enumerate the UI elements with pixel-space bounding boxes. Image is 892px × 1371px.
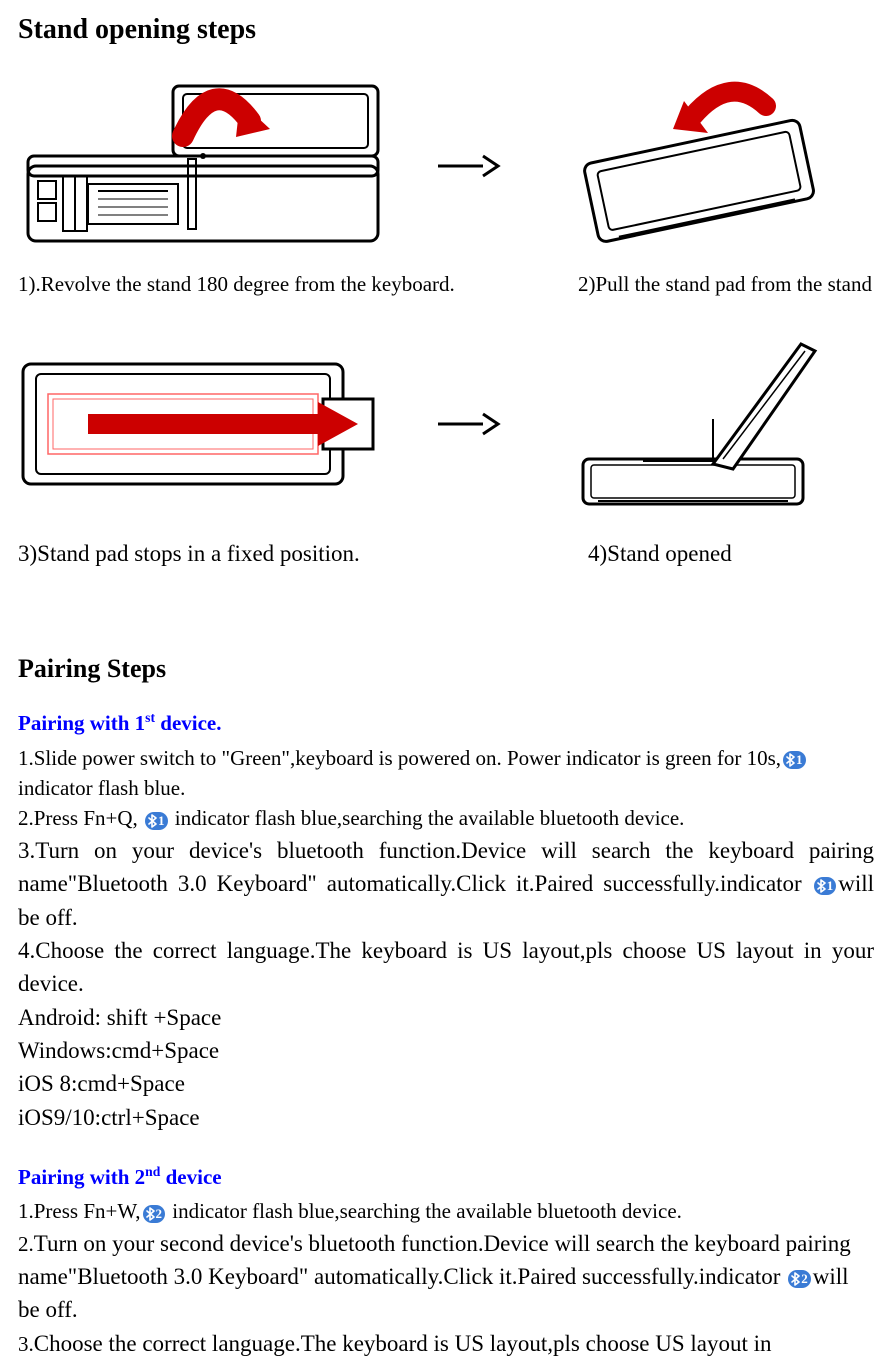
pair1-windows: Windows:cmd+Space: [18, 1034, 874, 1067]
bt2-num: 2: [156, 1205, 163, 1223]
caption-row-1: 1).Revolve the stand 180 degree from the…: [18, 269, 874, 299]
bluetooth-2-icon: 2: [143, 1204, 166, 1224]
diagram-step2: [538, 81, 858, 251]
caption-step2: 2)Pull the stand pad from the stand: [578, 269, 874, 299]
bt1-num: 1: [158, 812, 165, 830]
pair1-s2a: 2.Press Fn+Q,: [18, 806, 143, 830]
pair2-s2a: 2.: [18, 1232, 34, 1256]
bt1-num: 1: [796, 751, 803, 769]
pair1-s1a: 1.Slide power switch to "Green",keyboard…: [18, 746, 781, 770]
bluetooth-1-icon: 1: [814, 876, 837, 896]
pair1-ios910: iOS9/10:ctrl+Space: [18, 1101, 874, 1134]
pair2-step3: 3.Choose the correct language.The keyboa…: [18, 1327, 874, 1360]
pairing-2nd-title-pre: Pairing with 2: [18, 1165, 145, 1189]
pair1-android: Android: shift +Space: [18, 1001, 874, 1034]
caption-step1: 1).Revolve the stand 180 degree from the…: [18, 269, 578, 299]
stand-opening-heading: Stand opening steps: [18, 10, 874, 51]
pair2-s1b: indicator flash blue,searching the avail…: [167, 1199, 682, 1223]
pair1-step3: 3.Turn on your device's bluetooth functi…: [18, 834, 874, 934]
diagram-step4: [538, 329, 858, 519]
pairing-1st-title-sup: st: [145, 710, 155, 725]
pair2-step2: 2.Turn on your second device's bluetooth…: [18, 1227, 874, 1327]
bt2-num: 2: [801, 1270, 808, 1288]
bt1-num: 1: [827, 877, 834, 895]
pair2-s3b: Choose the correct language.The keyboard…: [34, 1331, 772, 1356]
pair1-ios8: iOS 8:cmd+Space: [18, 1067, 874, 1100]
pair2-step1: 1.Press Fn+W, 2 indicator flash blue,sear…: [18, 1196, 874, 1226]
pairing-steps-heading: Pairing Steps: [18, 650, 874, 688]
diagram-row-2: [18, 329, 874, 519]
bluetooth-1-icon: 1: [783, 750, 806, 770]
pairing-1st-title: Pairing with 1st device.: [18, 708, 874, 738]
arrow-icon: [398, 151, 538, 181]
diagram-step3: [18, 344, 398, 504]
pair2-s1a: 1.Press Fn+W,: [18, 1199, 141, 1223]
pair2-s3a: 3.: [18, 1332, 34, 1356]
caption-row-2: 3)Stand pad stops in a fixed position. 4…: [18, 537, 874, 570]
pairing-1st-title-post: device.: [155, 711, 221, 735]
pair1-step2: 2.Press Fn+Q, 1 indicator flash blue,sea…: [18, 803, 874, 833]
diagram-row-1: [18, 81, 874, 251]
caption-step4: 4)Stand opened: [588, 537, 874, 570]
diagram-step1: [18, 81, 398, 251]
pairing-2nd-title: Pairing with 2nd device: [18, 1162, 874, 1192]
pairing-2nd-title-sup: nd: [145, 1164, 160, 1179]
pair1-s3a: 3.Turn on your device's bluetooth functi…: [18, 838, 874, 896]
bluetooth-1-icon: 1: [145, 811, 168, 831]
pairing-1st-title-pre: Pairing with 1: [18, 711, 145, 735]
pair2-s2b: Turn on your second device's bluetooth f…: [18, 1231, 851, 1289]
pair1-s1b: indicator flash blue.: [18, 776, 185, 800]
bluetooth-2-icon: 2: [788, 1269, 811, 1289]
pair1-s2b: indicator flash blue,searching the avail…: [170, 806, 685, 830]
pairing-2nd-title-post: device: [160, 1165, 221, 1189]
caption-step3: 3)Stand pad stops in a fixed position.: [18, 537, 588, 570]
arrow-icon: [398, 409, 538, 439]
pair1-step1: 1.Slide power switch to "Green",keyboard…: [18, 743, 874, 804]
pair1-step4: 4.Choose the correct language.The keyboa…: [18, 934, 874, 1001]
